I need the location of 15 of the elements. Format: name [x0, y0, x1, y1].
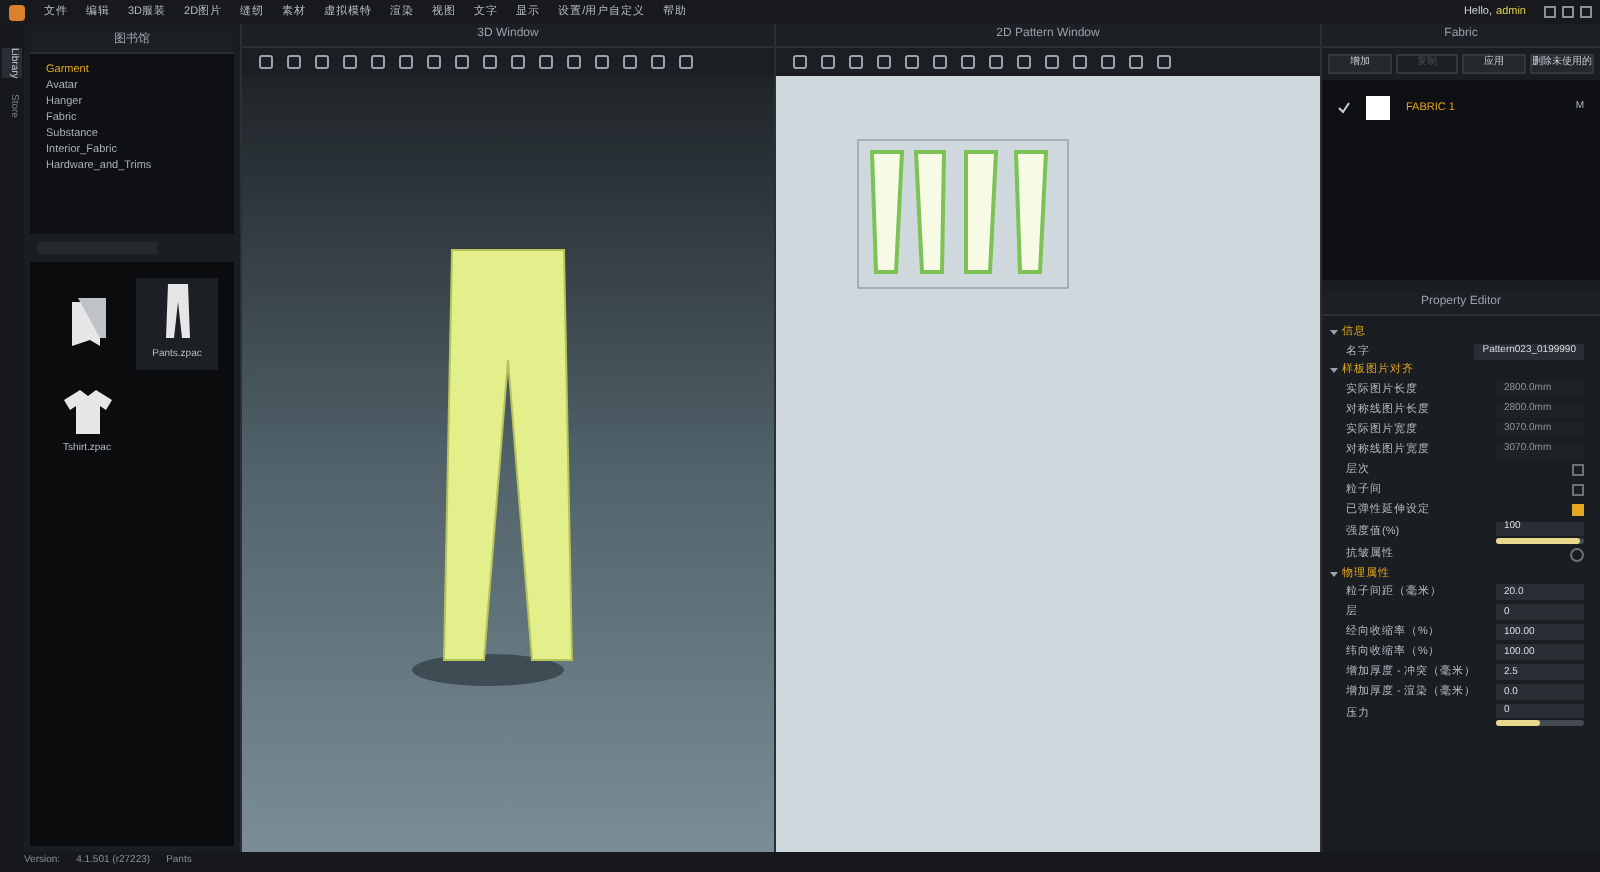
pants-icon [163, 284, 191, 341]
radio-button[interactable] [1570, 547, 1584, 561]
t-shirt-icon [63, 390, 111, 435]
checkbox[interactable] [1572, 504, 1584, 516]
fabric-swatch [1366, 96, 1390, 120]
slider-track[interactable] [1496, 719, 1584, 726]
collapse-arrow-icon[interactable] [1330, 328, 1338, 337]
garment-pieces-icon [67, 298, 107, 350]
3d-viewport[interactable] [242, 76, 774, 852]
collapse-arrow-icon[interactable] [1330, 366, 1338, 375]
app-logo-icon [8, 3, 26, 21]
check-icon[interactable] [1338, 102, 1350, 114]
checkbox[interactable] [1572, 484, 1584, 496]
checkbox[interactable] [1572, 464, 1584, 476]
collapse-arrow-icon[interactable] [1330, 569, 1338, 578]
